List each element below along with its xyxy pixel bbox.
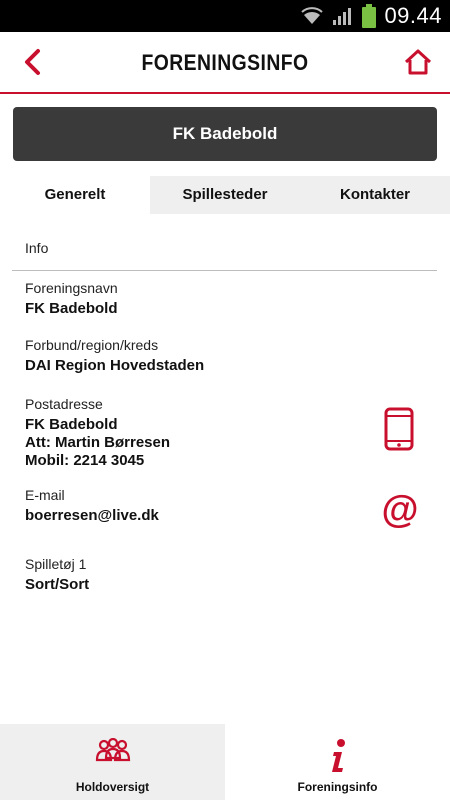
tab-generelt[interactable]: Generelt <box>0 176 150 214</box>
battery-icon <box>362 4 377 28</box>
club-name-banner: FK Badebold <box>13 107 437 161</box>
nav-foreningsinfo[interactable]: Foreningsinfo <box>225 724 450 800</box>
field-foreningsnavn: Foreningsnavn FK Badebold <box>25 279 118 318</box>
email-link[interactable]: boerresen@live.dk <box>25 507 159 525</box>
page-title: FORENINGSINFO <box>141 50 309 75</box>
field-value: FK Badebold <box>25 300 118 317</box>
info-icon <box>331 739 345 772</box>
signal-icon <box>333 8 352 25</box>
field-value: FK Badebold Att: Martin Børresen Mobil: … <box>25 416 170 470</box>
address-line: FK Badebold <box>25 416 118 433</box>
field-label: Postadresse <box>25 396 103 412</box>
field-label: E-mail <box>25 487 65 503</box>
email-button[interactable]: @ <box>380 488 420 532</box>
address-line: Att: Martin Børresen <box>25 434 171 451</box>
field-label: Foreningsnavn <box>25 280 118 296</box>
mobile-phone-icon <box>384 407 414 451</box>
home-icon <box>404 49 432 75</box>
chevron-left-icon <box>25 49 40 75</box>
home-button[interactable] <box>400 44 436 80</box>
status-time: 09.44 <box>384 3 442 28</box>
tab-bar: Generelt Spillesteder Kontakter <box>0 176 450 214</box>
status-icons: 09.44 <box>300 0 442 32</box>
field-postadresse: Postadresse FK Badebold Att: Martin Børr… <box>25 395 170 470</box>
nav-label: Holdoversigt <box>75 780 150 794</box>
field-value: DAI Region Hovedstaden <box>25 357 205 374</box>
status-bar: 09.44 <box>0 0 450 32</box>
wifi-icon <box>301 7 324 24</box>
team-icon <box>95 738 130 762</box>
nav-holdoversigt[interactable]: Holdoversigt <box>0 724 225 800</box>
tab-spillesteder[interactable]: Spillesteder <box>150 176 300 214</box>
divider <box>12 270 437 271</box>
nav-label: Foreningsinfo <box>297 780 378 794</box>
at-sign-icon: @ <box>381 489 419 531</box>
field-value: Sort/Sort <box>25 576 90 593</box>
section-title: Info <box>25 240 49 256</box>
field-label: Forbund/region/kreds <box>25 337 159 353</box>
field-forbund: Forbund/region/kreds DAI Region Hovedsta… <box>25 336 204 375</box>
call-button[interactable] <box>383 407 415 451</box>
back-button[interactable] <box>14 44 50 80</box>
app-header: FORENINGSINFO <box>0 32 450 94</box>
field-label: Spilletøj 1 <box>25 556 87 572</box>
bottom-nav: Holdoversigt Foreningsinfo <box>0 724 450 800</box>
field-email: E-mail boerresen@live.dk <box>25 486 159 525</box>
address-line: Mobil: 2214 3045 <box>25 452 145 469</box>
field-spilletoej: Spilletøj 1 Sort/Sort <box>25 555 89 594</box>
tab-kontakter[interactable]: Kontakter <box>300 176 450 214</box>
